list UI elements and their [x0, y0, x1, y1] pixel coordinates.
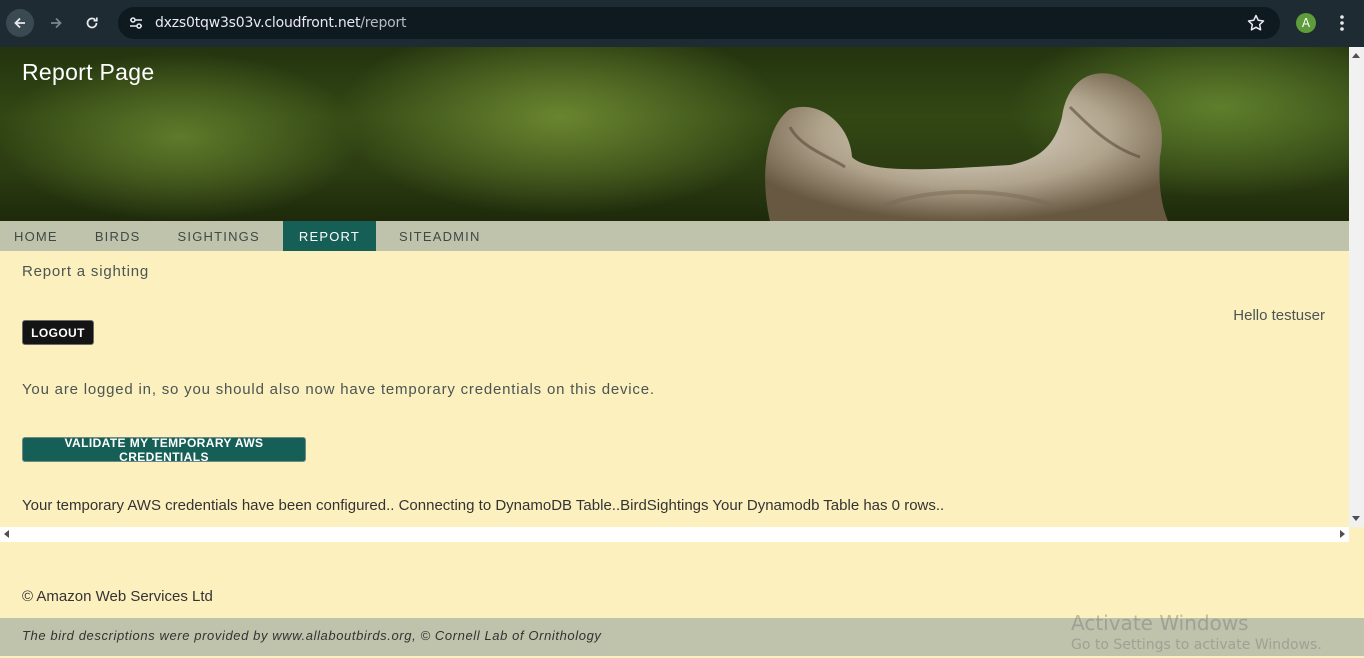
- reload-icon: [86, 17, 98, 29]
- validate-credentials-button[interactable]: VALIDATE MY TEMPORARY AWS CREDENTIALS: [22, 436, 306, 464]
- windows-activation-title: Activate Windows: [1071, 611, 1249, 635]
- forward-button[interactable]: [42, 9, 70, 37]
- hero-banner: Report Page: [0, 47, 1349, 221]
- main-content: Report a sighting Hello testuser LOGOUT …: [0, 251, 1349, 527]
- scroll-down-arrow-icon[interactable]: [1352, 516, 1360, 521]
- owl-ears-image: [765, 73, 1168, 221]
- scroll-up-arrow-icon[interactable]: [1352, 53, 1360, 58]
- main-nav: HOME BIRDS SIGHTINGS REPORT SITEADMIN: [0, 221, 1349, 251]
- page-title: Report Page: [22, 59, 155, 85]
- reload-button[interactable]: [78, 9, 106, 37]
- logout-button[interactable]: LOGOUT: [22, 320, 94, 345]
- footer: © Amazon Web Services Ltd: [0, 542, 1364, 618]
- kebab-menu-icon[interactable]: [1334, 13, 1350, 33]
- profile-avatar[interactable]: A: [1296, 13, 1316, 33]
- vertical-scrollbar[interactable]: [1349, 47, 1364, 527]
- address-bar[interactable]: dxzs0tqw3s03v.cloudfront.net/report: [118, 7, 1280, 39]
- scroll-left-arrow-icon[interactable]: [4, 530, 9, 538]
- windows-activation-subtitle: Go to Settings to activate Windows.: [1071, 637, 1322, 653]
- nav-report[interactable]: REPORT: [282, 221, 376, 251]
- copyright-text: © Amazon Web Services Ltd: [22, 588, 213, 605]
- horizontal-scrollbar[interactable]: [0, 527, 1349, 542]
- url-path: /report: [360, 15, 407, 31]
- url-text: dxzs0tqw3s03v.cloudfront.net/report: [155, 15, 407, 31]
- nav-sightings[interactable]: SIGHTINGS: [164, 221, 274, 251]
- url-host: dxzs0tqw3s03v.cloudfront.net: [155, 15, 361, 31]
- user-greeting: Hello testuser: [1233, 307, 1325, 324]
- credits-text: The bird descriptions were provided by w…: [22, 628, 602, 643]
- dynamodb-result-text: Your temporary AWS credentials have been…: [22, 497, 945, 514]
- forward-arrow-icon: [51, 17, 62, 29]
- scroll-right-arrow-icon[interactable]: [1340, 530, 1345, 538]
- nav-birds[interactable]: BIRDS: [81, 221, 155, 251]
- section-subtitle: Report a sighting: [22, 263, 150, 280]
- site-settings-icon[interactable]: [128, 15, 144, 31]
- back-button[interactable]: [6, 9, 34, 37]
- browser-toolbar: dxzs0tqw3s03v.cloudfront.net/report A: [0, 0, 1364, 47]
- back-arrow-icon: [14, 17, 25, 29]
- login-status-text: You are logged in, so you should also no…: [22, 381, 655, 398]
- nav-home[interactable]: HOME: [0, 221, 72, 251]
- bookmark-star-icon[interactable]: [1246, 13, 1266, 33]
- nav-siteadmin[interactable]: SITEADMIN: [385, 221, 495, 251]
